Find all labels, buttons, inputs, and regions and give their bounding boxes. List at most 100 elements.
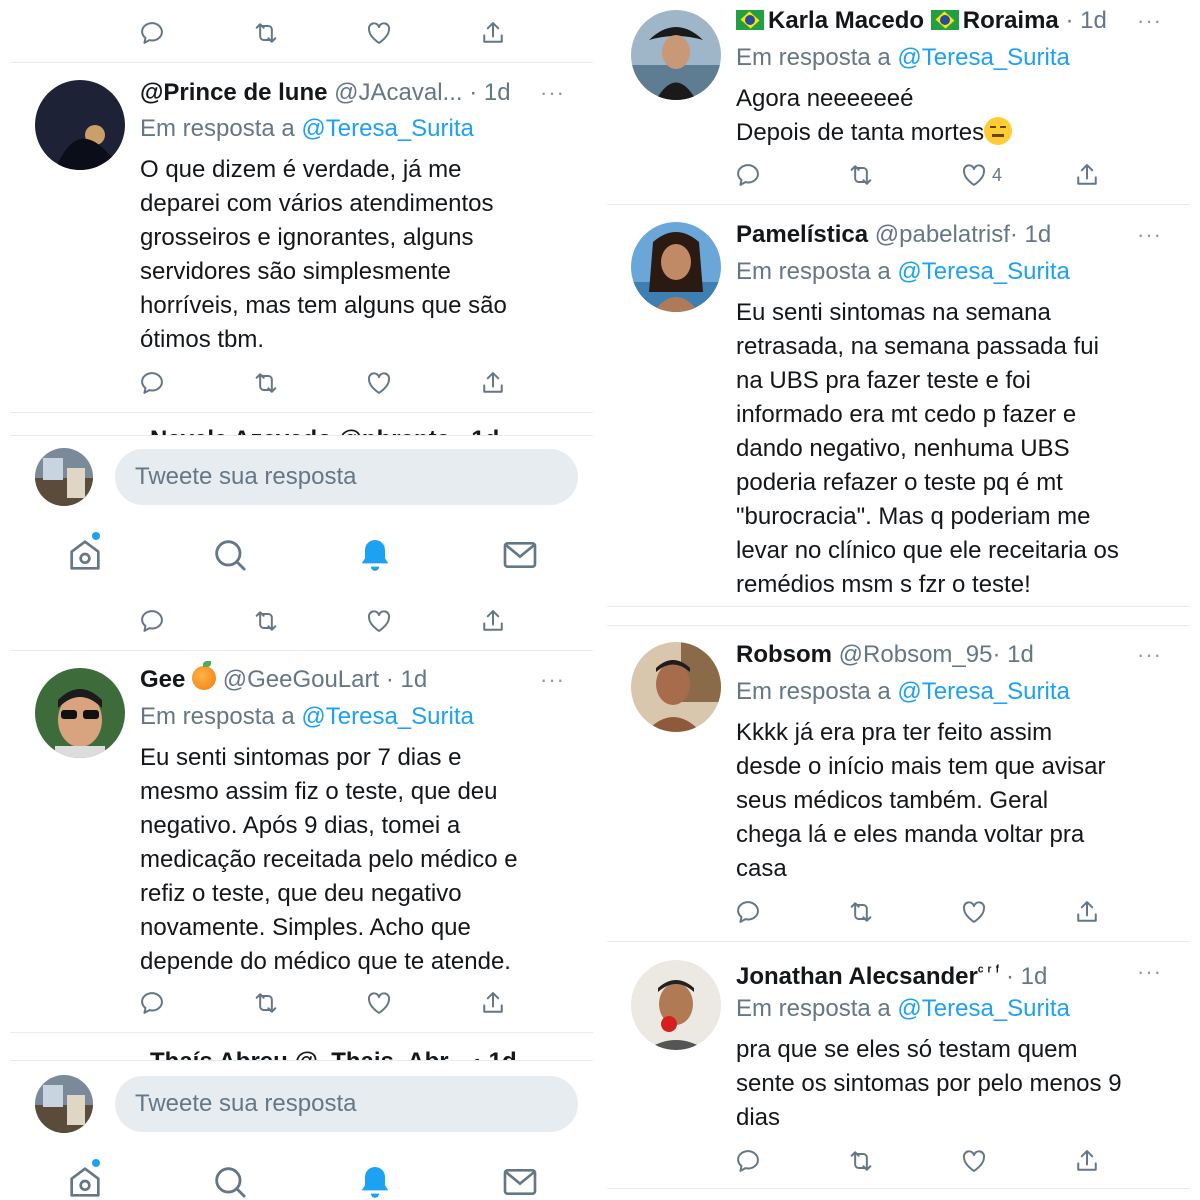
reply-button[interactable] bbox=[734, 897, 774, 927]
like-button[interactable] bbox=[365, 18, 405, 48]
retweet-button[interactable] bbox=[847, 1146, 887, 1176]
display-name-suffix[interactable]: ᶜ ʳ ᶠ bbox=[978, 963, 999, 980]
retweet-button[interactable] bbox=[252, 18, 292, 48]
retweet-icon bbox=[252, 19, 280, 47]
handle[interactable]: @Robsom_95 bbox=[839, 641, 993, 668]
share-button[interactable] bbox=[479, 988, 519, 1018]
tweet-header: @Prince de lune @JAcaval... · 1d bbox=[140, 78, 511, 108]
clipped-tweet: Nayele Azevedo @nbranta · 1d bbox=[10, 420, 593, 435]
like-icon bbox=[960, 898, 988, 926]
handle[interactable]: @JAcaval... bbox=[334, 79, 462, 106]
reply-composer-input[interactable]: Tweete sua resposta bbox=[115, 1076, 578, 1132]
avatar[interactable] bbox=[35, 80, 125, 170]
avatar[interactable] bbox=[35, 668, 125, 758]
reply-prefix: Em resposta a bbox=[736, 678, 891, 705]
like-button[interactable] bbox=[960, 1146, 1000, 1176]
bell-icon[interactable] bbox=[355, 1162, 395, 1200]
tweet-text: O que dizem é verdade, já me deparei com… bbox=[140, 156, 507, 353]
timestamp[interactable]: · 1d bbox=[992, 641, 1033, 668]
like-button[interactable] bbox=[365, 368, 405, 398]
divider bbox=[10, 650, 593, 651]
divider bbox=[10, 412, 593, 413]
reply-composer-input[interactable]: Tweete sua resposta bbox=[115, 449, 578, 505]
share-icon bbox=[1073, 1147, 1101, 1175]
share-button[interactable] bbox=[479, 368, 519, 398]
like-icon bbox=[365, 607, 393, 635]
more-icon[interactable]: ··· bbox=[540, 665, 565, 695]
more-icon[interactable]: ··· bbox=[1137, 640, 1162, 670]
home-icon[interactable] bbox=[65, 535, 105, 575]
mail-icon[interactable] bbox=[500, 1162, 540, 1200]
search-icon[interactable] bbox=[210, 1162, 250, 1200]
own-avatar[interactable] bbox=[35, 448, 93, 506]
retweet-button[interactable] bbox=[252, 606, 292, 636]
tweet-header: Robsom @Robsom_95· 1d bbox=[736, 640, 1034, 670]
more-icon[interactable]: ··· bbox=[540, 78, 565, 108]
left-panel: @Prince de lune @JAcaval... · 1d ··· Em … bbox=[10, 0, 593, 1200]
divider bbox=[10, 1060, 593, 1061]
retweet-button[interactable] bbox=[847, 897, 887, 927]
reply-context: Em resposta a @Teresa_Surita bbox=[140, 702, 474, 732]
divider bbox=[10, 435, 593, 436]
share-icon bbox=[479, 369, 507, 397]
reply-button[interactable] bbox=[138, 988, 178, 1018]
reply-mention-link[interactable]: @Teresa_Surita bbox=[897, 995, 1069, 1022]
more-icon[interactable]: ··· bbox=[1137, 957, 1162, 987]
reply-mention-link[interactable]: @Teresa_Surita bbox=[897, 678, 1069, 705]
share-icon bbox=[1073, 898, 1101, 926]
reply-mention-link[interactable]: @Teresa_Surita bbox=[301, 115, 473, 142]
share-button[interactable] bbox=[1073, 897, 1113, 927]
own-avatar[interactable] bbox=[35, 1075, 93, 1133]
share-button[interactable] bbox=[479, 18, 519, 48]
handle[interactable]: @GeeGouLart bbox=[223, 666, 379, 693]
reply-context: Em resposta a @Teresa_Surita bbox=[736, 994, 1070, 1024]
display-name[interactable]: Jonathan Alecsander bbox=[736, 963, 978, 990]
like-icon bbox=[365, 989, 393, 1017]
display-name[interactable]: Robsom bbox=[736, 641, 832, 668]
tweet-text: Eu senti sintomas na semana retrasada, n… bbox=[736, 299, 1119, 597]
like-button[interactable] bbox=[960, 897, 1000, 927]
share-icon bbox=[479, 989, 507, 1017]
display-name[interactable]: Gee bbox=[140, 666, 185, 693]
reply-icon bbox=[138, 989, 166, 1017]
avatar[interactable] bbox=[631, 960, 721, 1050]
reply-button[interactable] bbox=[138, 606, 178, 636]
reply-button[interactable] bbox=[138, 18, 178, 48]
display-name[interactable]: @Prince de lune bbox=[140, 79, 327, 106]
retweet-button[interactable] bbox=[252, 368, 292, 398]
notification-dot bbox=[92, 532, 100, 540]
retweet-button[interactable] bbox=[252, 988, 292, 1018]
share-button[interactable] bbox=[479, 606, 519, 636]
reply-mention-link[interactable]: @Teresa_Surita bbox=[301, 703, 473, 730]
reply-icon bbox=[138, 607, 166, 635]
reply-context: Em resposta a @Teresa_Surita bbox=[736, 677, 1070, 707]
tweet-text-clip: Eu senti sintomas na semana retrasada, n… bbox=[607, 0, 1190, 597]
tweet-text: pra que se eles só testam quem sente os … bbox=[736, 1036, 1122, 1131]
timestamp[interactable]: · 1d bbox=[469, 79, 510, 106]
like-button[interactable] bbox=[365, 988, 405, 1018]
bell-icon[interactable] bbox=[355, 535, 395, 575]
mail-icon[interactable] bbox=[500, 535, 540, 575]
clipped-tweet: Thaís Abreu @_Thais_Abr... · 1d bbox=[10, 1042, 593, 1060]
divider bbox=[10, 62, 593, 63]
like-button[interactable] bbox=[365, 606, 405, 636]
timestamp[interactable]: · 1d bbox=[386, 666, 427, 693]
share-icon bbox=[479, 607, 507, 635]
home-icon[interactable] bbox=[65, 1162, 105, 1200]
reply-icon bbox=[734, 1147, 762, 1175]
tweet-header: Jonathan Alecsanderᶜ ʳ ᶠ · 1d bbox=[736, 957, 1047, 992]
reply-button[interactable] bbox=[734, 1146, 774, 1176]
divider bbox=[10, 1032, 593, 1033]
tweet-text: Eu senti sintomas por 7 dias e mesmo ass… bbox=[140, 744, 518, 975]
share-button[interactable] bbox=[1073, 1146, 1113, 1176]
reply-button[interactable] bbox=[138, 368, 178, 398]
reply-prefix: Em resposta a bbox=[736, 995, 891, 1022]
avatar[interactable] bbox=[631, 642, 721, 732]
notification-dot bbox=[92, 1159, 100, 1167]
tweet-header: Gee @GeeGouLart · 1d bbox=[140, 661, 427, 695]
retweet-icon bbox=[847, 1147, 875, 1175]
clipped-tweet-header: Thaís Abreu @_Thais_Abr... · 1d bbox=[150, 1048, 517, 1060]
search-icon[interactable] bbox=[210, 535, 250, 575]
timestamp[interactable]: · 1d bbox=[1006, 963, 1047, 990]
share-icon bbox=[479, 19, 507, 47]
